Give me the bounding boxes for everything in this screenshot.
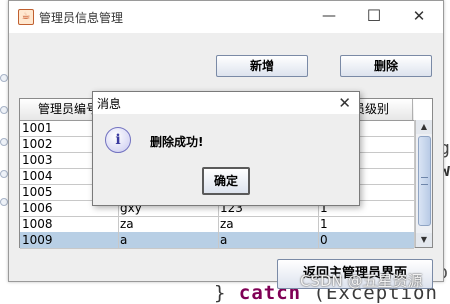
scrollbar-thumb[interactable] [418,136,431,226]
table-cell[interactable]: 1 [318,216,415,232]
watermark: CSDN @五星资源 [300,272,423,290]
grip-icon [421,177,428,185]
dialog-title: 消息 [97,97,122,111]
gutter-marker-icon [0,170,8,178]
window-titlebar[interactable]: ☕ 管理员信息管理 — ☐ ✕ [9,1,443,33]
table-cell[interactable]: a [218,232,319,248]
gutter-marker-icon [0,198,8,206]
gutter-marker-icon [0,106,8,114]
dialog-close-icon[interactable]: ✕ [338,92,351,114]
dialog-titlebar[interactable]: 消息 ✕ [93,92,359,114]
message-dialog: 消息 ✕ i 删除成功! 确定 [92,91,360,206]
scroll-up-arrow-icon[interactable]: ▲ [416,120,432,134]
table-cell[interactable]: za [118,216,219,232]
gutter-marker-icon [0,74,8,82]
delete-button[interactable]: 删除 [340,55,432,77]
vertical-scrollbar[interactable]: ▲ ▼ [415,120,432,247]
table-cell[interactable]: za [218,216,319,232]
maximize-button[interactable]: ☐ [354,1,394,31]
dialog-message: 删除成功! [150,135,204,149]
table-cell[interactable]: a [118,232,219,248]
table-cell[interactable]: 1008 [20,216,119,232]
gutter-marker-icon [0,138,8,146]
table-cell[interactable]: 0 [318,232,415,248]
table-cell[interactable]: 1009 [20,232,119,248]
close-button[interactable]: ✕ [399,1,439,31]
ok-button[interactable]: 确定 [202,167,250,195]
table-row[interactable]: 1008 za za 1 [20,216,415,233]
add-button[interactable]: 新增 [216,55,308,77]
table-row[interactable]: 1009 a a 0 [20,232,415,249]
java-app-icon: ☕ [18,9,34,25]
scroll-down-arrow-icon[interactable]: ▼ [416,233,432,247]
info-icon: i [105,127,131,153]
minimize-button[interactable]: — [309,1,349,31]
window-title: 管理员信息管理 [39,11,124,25]
